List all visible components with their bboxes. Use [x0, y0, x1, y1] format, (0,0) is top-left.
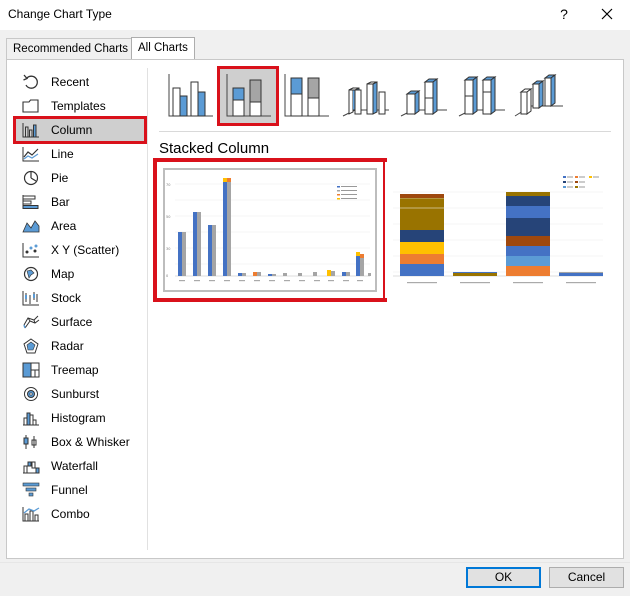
- sidebar-item-radar[interactable]: Radar: [15, 334, 145, 358]
- chart-preview-2[interactable]: [385, 162, 607, 298]
- 3d-column-icon: [514, 74, 563, 117]
- sidebar-item-treemap[interactable]: Treemap: [15, 358, 145, 382]
- help-button[interactable]: ?: [551, 3, 577, 25]
- sidebar-item-funnel[interactable]: Funnel: [15, 478, 145, 502]
- sidebar-item-area[interactable]: Area: [15, 214, 145, 238]
- sidebar-item-recent[interactable]: Recent: [15, 70, 145, 94]
- sunburst-chart-icon: [24, 387, 38, 401]
- sidebar-item-label: Bar: [51, 195, 70, 209]
- subtype-stacked-column[interactable]: [217, 66, 279, 126]
- sidebar-item-label: Histogram: [51, 411, 106, 425]
- clustered-column-icon: [168, 74, 213, 117]
- scatter-chart-icon: [22, 243, 39, 258]
- sidebar-item-waterfall[interactable]: Waterfall: [15, 454, 145, 478]
- 100-percent-stacked-column-icon: [284, 74, 329, 117]
- sidebar-item-templates[interactable]: Templates: [15, 94, 145, 118]
- sidebar-item-label: Sunburst: [51, 387, 100, 401]
- sidebar-item-label: Funnel: [51, 483, 88, 497]
- chart-preview-1[interactable]: 70 50 30 0: [153, 158, 387, 302]
- sidebar-item-label: Combo: [51, 507, 90, 521]
- svg-text:50: 50: [166, 215, 170, 219]
- column-chart-icon: [22, 123, 39, 138]
- funnel-chart-icon: [22, 482, 40, 497]
- tab-recommended-charts[interactable]: Recommended Charts: [6, 38, 136, 59]
- close-icon: [601, 8, 613, 20]
- 3d-clustered-column-icon: [342, 81, 389, 117]
- sidebar-item-label: X Y (Scatter): [51, 243, 120, 257]
- chart-type-list: Recent Templates Column Line Pie Bar Are…: [13, 70, 147, 526]
- 3d-100-percent-stacked-column-icon: [458, 76, 505, 117]
- chart-preview-2-thumbnail: [393, 176, 603, 284]
- subtype-100-percent-stacked-column[interactable]: [277, 68, 335, 124]
- svg-text:70: 70: [166, 183, 170, 187]
- sidebar-item-label: Recent: [51, 75, 90, 89]
- stacked-column-icon: [226, 74, 271, 117]
- chart-preview-frame: 70 50 30 0: [163, 168, 377, 292]
- sidebar-item-label: Templates: [51, 99, 106, 113]
- cancel-button[interactable]: Cancel: [549, 567, 624, 588]
- chart-variant-title: Stacked Column: [159, 140, 270, 157]
- ok-button[interactable]: OK: [466, 567, 541, 588]
- area-chart-icon: [22, 220, 40, 233]
- footer-separator: [0, 562, 630, 563]
- sidebar-item-label: Line: [51, 147, 74, 161]
- svg-text:0: 0: [166, 274, 168, 278]
- sidebar-item-sunburst[interactable]: Sunburst: [15, 382, 145, 406]
- subtype-3d-clustered-column[interactable]: [335, 68, 393, 124]
- window-title: Change Chart Type: [8, 7, 112, 21]
- sidebar-item-bar[interactable]: Bar: [15, 190, 145, 214]
- subtype-clustered-column[interactable]: [161, 68, 219, 124]
- bar-chart-icon: [22, 195, 39, 209]
- stock-chart-icon: [22, 291, 39, 306]
- sidebar-item-label: Map: [51, 267, 75, 281]
- waterfall-chart-icon: [23, 461, 40, 474]
- sidebar-item-label: Area: [51, 219, 77, 233]
- sidebar-item-map[interactable]: Map: [15, 262, 145, 286]
- combo-chart-icon: [22, 507, 40, 522]
- sidebar-item-label: Box & Whisker: [51, 435, 130, 449]
- sidebar-item-label: Treemap: [51, 363, 99, 377]
- sidebar-item-surface[interactable]: Surface: [15, 310, 145, 334]
- surface-chart-icon: [23, 315, 40, 329]
- column-subtype-gallery: [159, 66, 614, 126]
- gallery-separator: [159, 131, 611, 132]
- help-icon: ?: [560, 6, 568, 22]
- line-chart-icon: [22, 147, 39, 162]
- chart-preview-1-thumbnail: 70 50 30 0: [166, 178, 371, 282]
- sidebar-item-histogram[interactable]: Histogram: [15, 406, 145, 430]
- sidebar-item-pie[interactable]: Pie: [15, 166, 145, 190]
- sidebar-item-label: Pie: [51, 171, 69, 185]
- recent-icon: [23, 74, 38, 89]
- subtype-3d-100-percent-stacked-column[interactable]: [451, 68, 509, 124]
- sidebar-item-stock[interactable]: Stock: [15, 286, 145, 310]
- treemap-chart-icon: [22, 362, 40, 378]
- sidebar-item-column[interactable]: Column: [13, 116, 147, 144]
- sidebar-item-box-whisker[interactable]: Box & Whisker: [15, 430, 145, 454]
- map-chart-icon: [23, 266, 39, 282]
- sidebar-item-line[interactable]: Line: [15, 142, 145, 166]
- radar-chart-icon: [23, 338, 39, 354]
- sidebar-item-label: Radar: [51, 339, 84, 353]
- close-button[interactable]: [592, 3, 622, 25]
- 3d-stacked-column-icon: [400, 78, 447, 117]
- svg-text:30: 30: [166, 247, 170, 251]
- subtype-3d-stacked-column[interactable]: [393, 68, 451, 124]
- all-charts-panel: Recent Templates Column Line Pie Bar Are…: [6, 59, 624, 559]
- panel-divider: [147, 68, 148, 550]
- folder-icon: [22, 99, 39, 113]
- tab-all-charts[interactable]: All Charts: [131, 37, 195, 59]
- sidebar-item-combo[interactable]: Combo: [15, 502, 145, 526]
- title-bar: Change Chart Type ?: [0, 0, 630, 30]
- subtype-3d-column[interactable]: [509, 68, 567, 124]
- box-whisker-chart-icon: [23, 435, 37, 449]
- sidebar-item-label: Surface: [51, 315, 93, 329]
- sidebar-item-label: Waterfall: [51, 459, 98, 473]
- pie-chart-icon: [23, 170, 39, 186]
- sidebar-item-label: Column: [51, 123, 93, 137]
- histogram-chart-icon: [23, 412, 39, 426]
- sidebar-item-scatter[interactable]: X Y (Scatter): [15, 238, 145, 262]
- sidebar-item-label: Stock: [51, 291, 82, 305]
